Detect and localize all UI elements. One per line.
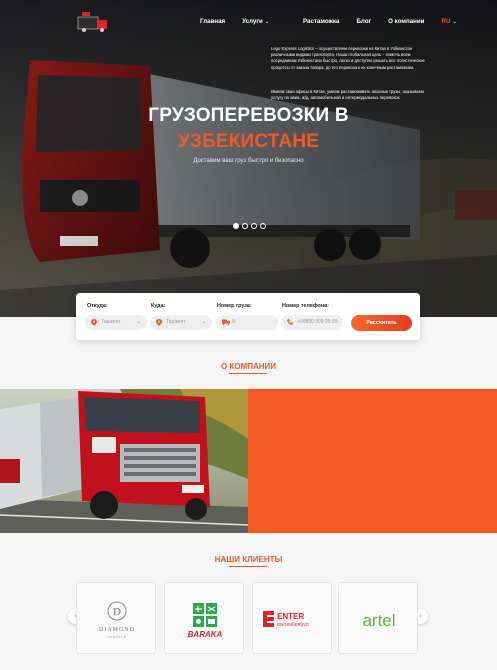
nav-item-services[interactable]: Услуги ⌄ [242, 18, 286, 25]
diamond-textile-logo: D DIAMOND TEXTILE [99, 601, 135, 639]
nav-item-home[interactable]: Главная [200, 18, 225, 25]
clients-section-title: НАШИ КЛИЕНТЫ [214, 555, 283, 564]
artel-logo: artel [362, 611, 395, 630]
page: Главная Услуги ⌄ Растаможка Блог О компан… [0, 0, 497, 670]
diamond-name: DIAMOND [99, 627, 135, 633]
slider-dot[interactable] [233, 223, 239, 229]
clients-carousel: D DIAMOND TEXTILE BARAKA ENTER ENGINEERI… [76, 582, 418, 654]
baraka-logo: BARAKA [188, 603, 223, 639]
about-section [0, 389, 497, 533]
main-menu: Главная Услуги ⌄ Растаможка Блог О компан… [200, 18, 491, 25]
about-section-title: О КОМПАНИИ [220, 362, 277, 371]
slider-dot[interactable] [251, 223, 257, 229]
phone-icon [287, 319, 293, 325]
from-value: Ташкент [101, 319, 121, 325]
client-card-enter[interactable]: ENTER ENGINEERING [252, 582, 332, 654]
phone-placeholder: +99890 999 99 99 [297, 319, 338, 325]
diamond-sub: TEXTILE [107, 635, 127, 639]
scania-truck-picture [0, 389, 248, 533]
from-select[interactable]: Ташкент ⌄ [85, 315, 147, 330]
clients-title-underline [229, 566, 267, 567]
cargo-number-value: N [232, 319, 236, 325]
truck-icon [222, 319, 230, 325]
lego-express-logo[interactable] [76, 11, 114, 33]
to-label: Куда: [151, 303, 166, 309]
nav-item-blog[interactable]: Блог [356, 18, 371, 25]
slider-dot[interactable] [260, 223, 266, 229]
chevron-down-icon: ⌄ [136, 319, 141, 325]
artel-name: artel [362, 611, 395, 630]
to-select[interactable]: Ташкент ⌄ [150, 315, 212, 330]
chevron-down-icon: ⌄ [264, 19, 269, 25]
cargo-number-label: Номер груза: [217, 303, 252, 309]
baraka-name: BARAKA [188, 630, 223, 639]
chevron-down-icon: ⌄ [452, 19, 457, 25]
hero-title-line1: ГРУЗОПЕРЕВОЗКИ В [148, 105, 349, 126]
language-label: RU [441, 18, 451, 25]
client-card-diamond[interactable]: D DIAMOND TEXTILE [76, 582, 156, 654]
hero-title-line2: УЗБЕКИСТАНЕ [177, 131, 320, 152]
nav-item-services-label: Услуги [242, 18, 263, 25]
location-pin-icon [156, 319, 162, 326]
about-panel [248, 389, 497, 533]
client-card-artel[interactable]: artel [338, 582, 418, 654]
language-switcher[interactable]: RU ⌄ [442, 18, 474, 25]
enter-engineering-logo: ENTER ENGINEERING [263, 611, 310, 627]
shipping-calculator: Откуда: Ташкент ⌄ Куда: Ташкент ⌄ Номер … [76, 293, 420, 340]
about-truck-image [0, 389, 248, 533]
nav-item-about[interactable]: О компании [388, 18, 424, 25]
nav-item-customs[interactable]: Растаможка [303, 18, 340, 25]
about-title-underline [229, 373, 267, 374]
top-navigation: Главная Услуги ⌄ Растаможка Блог О компан… [0, 0, 497, 44]
about-paragraph-2: Имеем свои офисы в Китае, умеем растамож… [271, 89, 424, 101]
diamond-monogram: D [113, 606, 121, 618]
phone-input[interactable]: +99890 999 99 99 [281, 315, 343, 330]
client-card-baraka[interactable]: BARAKA [164, 582, 244, 654]
chevron-down-icon: ⌄ [201, 319, 206, 325]
slider-dot[interactable] [242, 223, 248, 229]
cargo-number-input[interactable]: N [216, 315, 278, 330]
from-label: Откуда: [87, 303, 108, 309]
enter-sub: ENGINEERING [277, 622, 310, 627]
slider-dots [233, 223, 266, 229]
location-pin-icon [91, 319, 97, 326]
about-paragraph-1: Lego Express Logistics – осуществляем пе… [271, 46, 425, 70]
enter-name: ENTER [277, 612, 304, 621]
hero-subtitle: Доставим ваш груз быстро и безопасно [193, 158, 304, 164]
phone-label: Номер телефона: [282, 303, 329, 309]
to-value: Ташкент [166, 319, 186, 325]
calculate-button[interactable]: Рассчитать [351, 315, 412, 331]
